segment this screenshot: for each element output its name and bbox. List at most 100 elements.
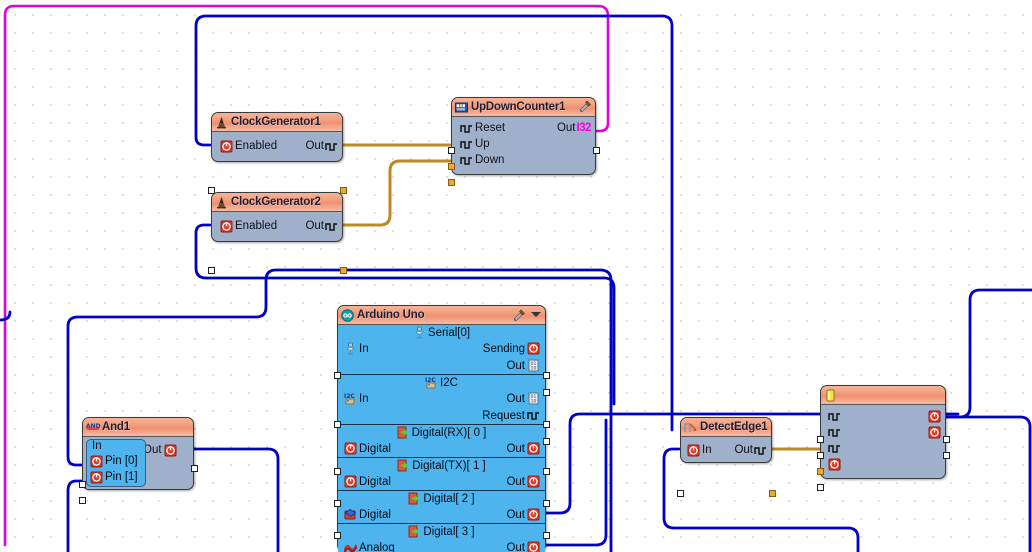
connector-out-digital-tx1[interactable] [543, 500, 550, 507]
block-header[interactable]: Arduino Uno [338, 306, 545, 325]
pin-row-analog-3[interactable]: Analog Out [338, 539, 545, 552]
pin-out-digital-tx-1[interactable]: Out [506, 475, 540, 488]
connector-in-toggle[interactable] [817, 484, 824, 491]
block-clockgenerator2[interactable]: ClockGenerator2 Enabled Out [208, 192, 347, 274]
connector-out-i2c-out[interactable] [543, 421, 550, 428]
connector-in-up[interactable] [448, 163, 455, 170]
pin-out-analog-3[interactable]: Out [506, 541, 540, 552]
pin-out-digital-rx-0[interactable]: Out [506, 442, 540, 455]
pin-row-digital-2[interactable]: Digital Out [338, 506, 545, 523]
pin-out-i2c-out[interactable]: Out 01 10 [506, 392, 540, 405]
pin-row-digital-rx-0[interactable]: Digital Out [338, 440, 545, 457]
connector-in-i2c[interactable] [334, 421, 341, 428]
block-clockgenerator1[interactable]: ClockGenerator1 Enabled Out [208, 112, 347, 194]
pin-out-group-inverted[interactable] [927, 426, 941, 439]
block-detectedge1[interactable]: DetectEdge1 In Out [677, 417, 776, 497]
pin-row-pin1[interactable]: Pin [1] [90, 469, 142, 485]
connector-in-digital-rx0[interactable] [334, 468, 341, 475]
pin-row-set[interactable] [821, 408, 945, 424]
block-header[interactable]: UpDownCounter1 [452, 98, 595, 117]
boolean-icon [527, 442, 540, 455]
pin-label-sending: Sending [482, 342, 525, 355]
group-i2c: I2C I2C I2C In Out 01 10 Request [338, 375, 545, 425]
connector-out[interactable] [943, 436, 950, 443]
pin-label-out: Out [305, 140, 324, 152]
pin-row-reset[interactable]: Reset Out I32 [452, 120, 595, 136]
connector-in-reset[interactable] [448, 147, 455, 154]
wrench-icon[interactable] [512, 309, 525, 322]
connector-out-request[interactable] [543, 438, 550, 445]
boolean-icon [344, 442, 357, 455]
pin-row-enabled[interactable]: Enabled Out [212, 218, 342, 234]
connector-in-set[interactable] [817, 436, 824, 443]
block-and1[interactable]: AND And1 Out In Pin [0] Pin [1] [79, 417, 198, 504]
chevron-down-icon[interactable] [531, 312, 541, 317]
connector-out-serial-out[interactable] [543, 389, 550, 396]
pin-row-pin0[interactable]: Pin [0] [90, 453, 142, 469]
wire-tflipflop1-out-return [944, 415, 1032, 552]
connector-out-digital-rx0[interactable] [543, 468, 550, 475]
boolean-icon [527, 475, 540, 488]
pin-out-serial-out[interactable]: Out 01 10 [506, 359, 540, 372]
pin-out-group-out[interactable] [927, 410, 941, 423]
pin-out-request[interactable]: Request [482, 409, 540, 422]
block-header[interactable]: ClockGenerator2 [212, 193, 342, 212]
wrench-icon[interactable] [578, 100, 591, 113]
pin-out-digital-2[interactable]: Out [506, 508, 540, 521]
block-tflipflop1[interactable] [817, 385, 950, 491]
pin-row-serial-in[interactable]: In Sending [338, 340, 545, 357]
connector-in-pin0[interactable] [79, 481, 86, 488]
pulse-icon [527, 409, 540, 422]
block-arduino-uno[interactable]: Arduino Uno Serial[0] In Sending Out 01 … [334, 305, 550, 552]
pin-row-serial-out[interactable]: Out 01 10 [338, 357, 545, 374]
connector-out-i32[interactable] [593, 147, 600, 154]
connector-out[interactable] [769, 490, 776, 497]
pin-row-in[interactable]: In Out [681, 442, 771, 458]
pulse-icon [460, 154, 473, 167]
connector-out-inverted[interactable] [943, 452, 950, 459]
connector-in-pin1[interactable] [79, 497, 86, 504]
multi-icon [344, 508, 357, 521]
connector-in-enabled[interactable] [208, 267, 215, 274]
pin-out-group[interactable]: Out [734, 444, 767, 457]
block-header[interactable] [821, 386, 945, 405]
block-updowncounter1[interactable]: UpDownCounter1 Reset Out I32 Up Down [448, 97, 600, 186]
group-digital-3: Digital[ 3 ] Analog Out [338, 524, 545, 552]
group-title-row: I2C I2C [338, 375, 545, 390]
pin-row-out[interactable]: Out [143, 442, 193, 458]
connector-out-digital-2[interactable] [543, 532, 550, 539]
pin-row-down[interactable]: Down [452, 152, 595, 168]
pin-out-group[interactable]: Out [305, 140, 338, 153]
pin-out-group[interactable]: Out I32 [557, 122, 592, 134]
flipflop-icon [824, 389, 837, 402]
block-header[interactable]: ClockGenerator1 [212, 113, 342, 132]
connector-out-sending[interactable] [543, 372, 550, 379]
connector-in-clock[interactable] [817, 468, 824, 475]
pin-row-i2c-request[interactable]: Request [338, 407, 545, 424]
connector-out[interactable] [340, 187, 347, 194]
pin-row-i2c-in[interactable]: I2C In Out 01 10 [338, 390, 545, 407]
block-header[interactable]: AND And1 [83, 418, 193, 437]
pin-out-sending[interactable]: Sending [483, 342, 540, 355]
flow-canvas[interactable]: ClockGenerator1 Enabled Out ClockGenerat… [0, 0, 1032, 552]
pin-row-toggle[interactable] [821, 456, 945, 472]
pulse-icon [325, 220, 338, 233]
pin-out-group[interactable]: Out [305, 220, 338, 233]
boolean-icon [220, 220, 233, 233]
pin-row-digital-tx-1[interactable]: Digital Out [338, 473, 545, 490]
connector-in[interactable] [677, 490, 684, 497]
connector-in-serial[interactable] [334, 372, 341, 379]
pin-row-reset[interactable] [821, 424, 945, 440]
boolean-icon [828, 458, 841, 471]
pin-row-up[interactable]: Up [452, 136, 595, 152]
block-header[interactable]: DetectEdge1 [681, 418, 771, 437]
connector-in-digital-2[interactable] [334, 532, 341, 539]
connector-in-down[interactable] [448, 179, 455, 186]
pin-row-clock[interactable] [821, 440, 945, 456]
connector-in-reset[interactable] [817, 452, 824, 459]
connector-out[interactable] [191, 465, 198, 472]
connector-in-digital-tx1[interactable] [334, 500, 341, 507]
connector-out[interactable] [340, 267, 347, 274]
group-digital-2: Digital[ 2 ] Digital Out [338, 491, 545, 524]
pin-row-enabled[interactable]: Enabled Out [212, 138, 342, 154]
